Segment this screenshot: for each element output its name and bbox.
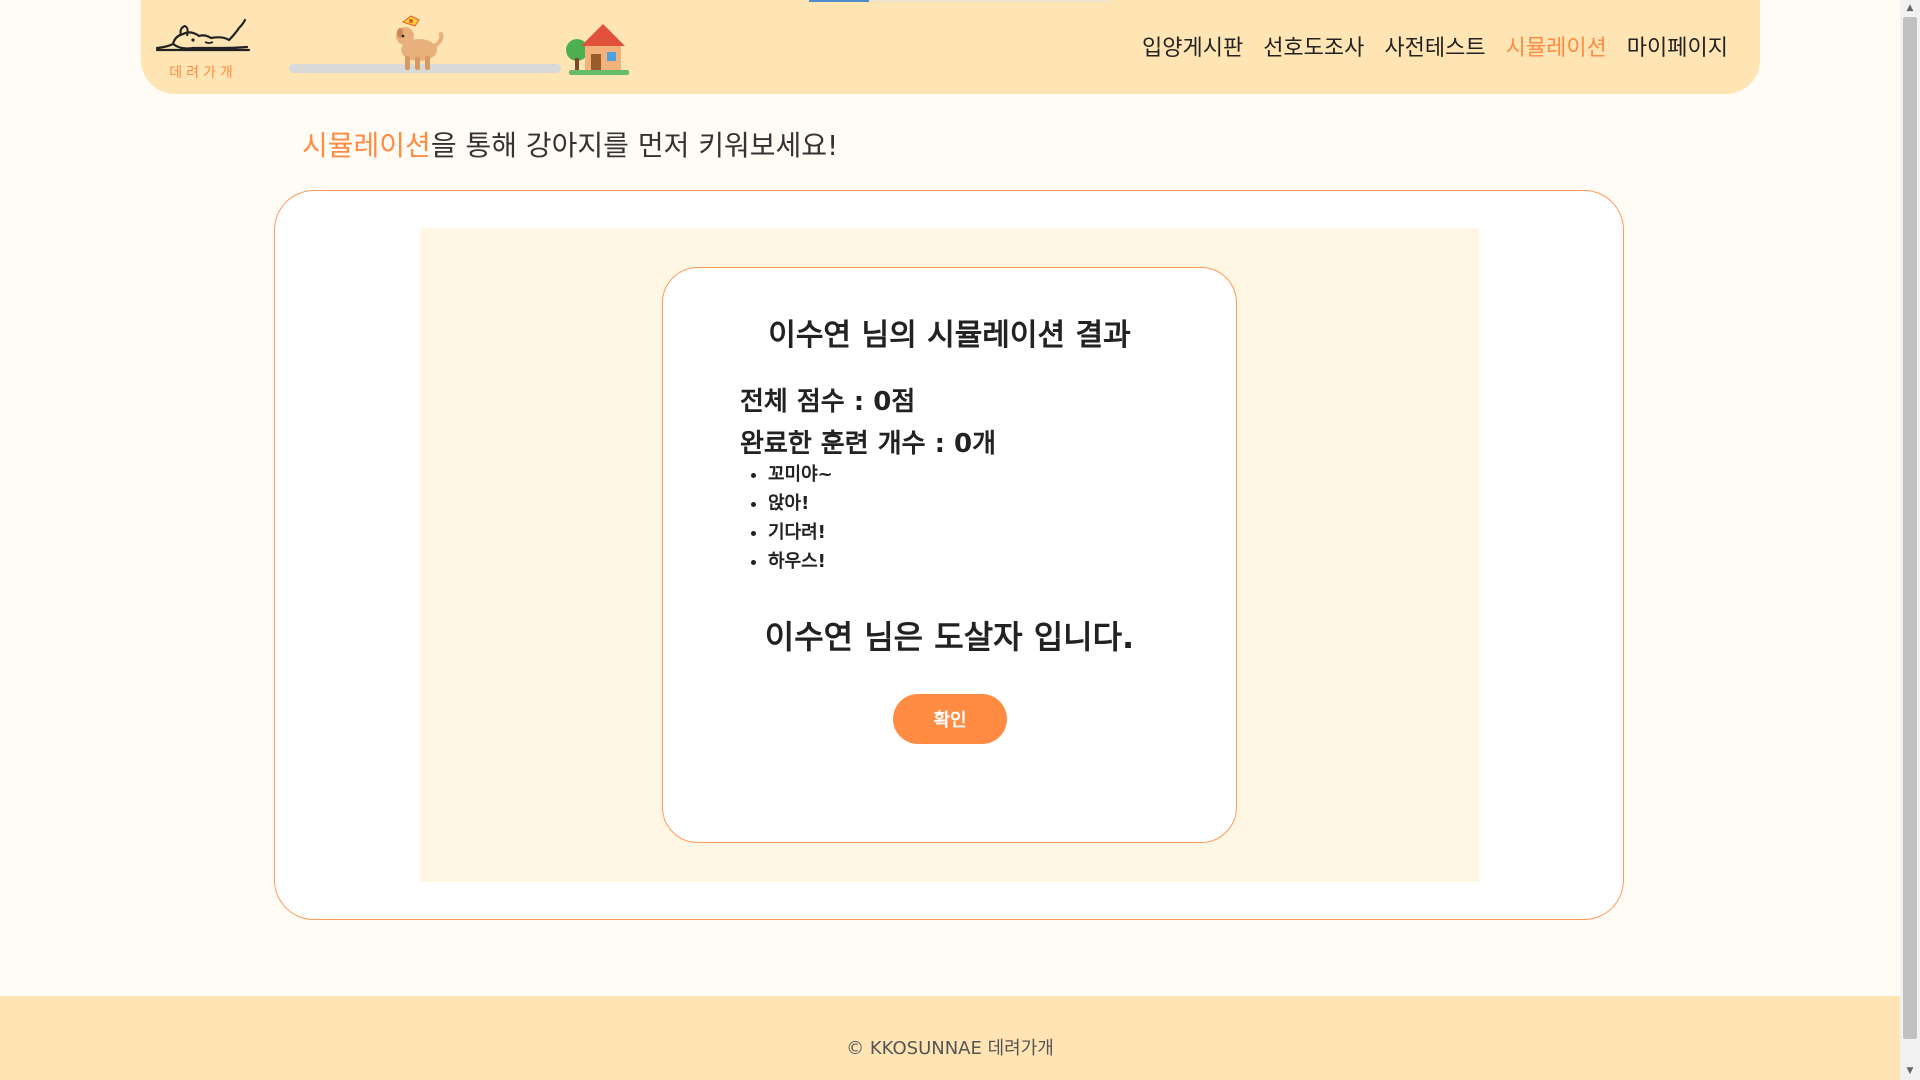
nav-item-pre-test[interactable]: 사전테스트 (1384, 30, 1485, 62)
scrollbar-thumb[interactable] (1903, 17, 1917, 1039)
completed-training-count: 완료한 훈련 개수 : 0개 (740, 429, 997, 459)
nav-item-adoption-board[interactable]: 입양게시판 (1142, 30, 1243, 62)
training-list: 꼬미야~ 앉아! 기다려! 하우스! (740, 460, 833, 576)
logo-text: 데려가개 (169, 65, 237, 81)
sleeping-dog-icon (155, 18, 251, 52)
nav-item-simulation[interactable]: 시뮬레이션 (1506, 30, 1607, 62)
page-title: 시뮬레이션을 통해 강아지를 먼저 키워보세요! (302, 124, 838, 164)
vertical-scrollbar[interactable]: ▲ ▼ (1900, 0, 1920, 1080)
list-item: 앉아! (768, 489, 833, 518)
result-verdict: 이수연 님은 도살자 입니다. (764, 618, 1135, 656)
scroll-up-arrow-icon[interactable]: ▲ (1900, 0, 1920, 17)
site-footer: © KKOSUNNAE 데려가개 (0, 996, 1900, 1080)
confirm-button[interactable]: 확인 (893, 694, 1007, 744)
result-title: 이수연 님의 시뮬레이션 결과 (768, 318, 1131, 353)
top-indicator (809, 0, 869, 2)
total-score: 전체 점수 : 0점 (740, 387, 916, 417)
site-header: 데려가개 입양게시판 선호도조사 사전테스트 시뮬레이션 마이페이지 (141, 0, 1760, 94)
main-nav: 입양게시판 선호도조사 사전테스트 시뮬레이션 마이페이지 (1142, 30, 1728, 62)
page-title-highlight: 시뮬레이션 (302, 129, 431, 162)
top-indicator-track (869, 0, 1109, 2)
list-item: 꼬미야~ (768, 460, 833, 489)
list-item: 하우스! (768, 547, 833, 576)
logo[interactable]: 데려가개 (153, 14, 253, 84)
list-item: 기다려! (768, 518, 833, 547)
nav-item-mypage[interactable]: 마이페이지 (1627, 30, 1728, 62)
nav-item-preference-survey[interactable]: 선호도조사 (1263, 30, 1364, 62)
house-icon (565, 16, 631, 76)
dog-icon (389, 12, 445, 74)
scroll-down-arrow-icon[interactable]: ▼ (1900, 1063, 1920, 1080)
page-title-rest: 을 통해 강아지를 먼저 키워보세요! (430, 129, 839, 162)
copyright-text: © KKOSUNNAE 데려가개 (846, 1038, 1054, 1059)
result-card: 이수연 님의 시뮬레이션 결과 전체 점수 : 0점 완료한 훈련 개수 : 0… (662, 267, 1237, 843)
